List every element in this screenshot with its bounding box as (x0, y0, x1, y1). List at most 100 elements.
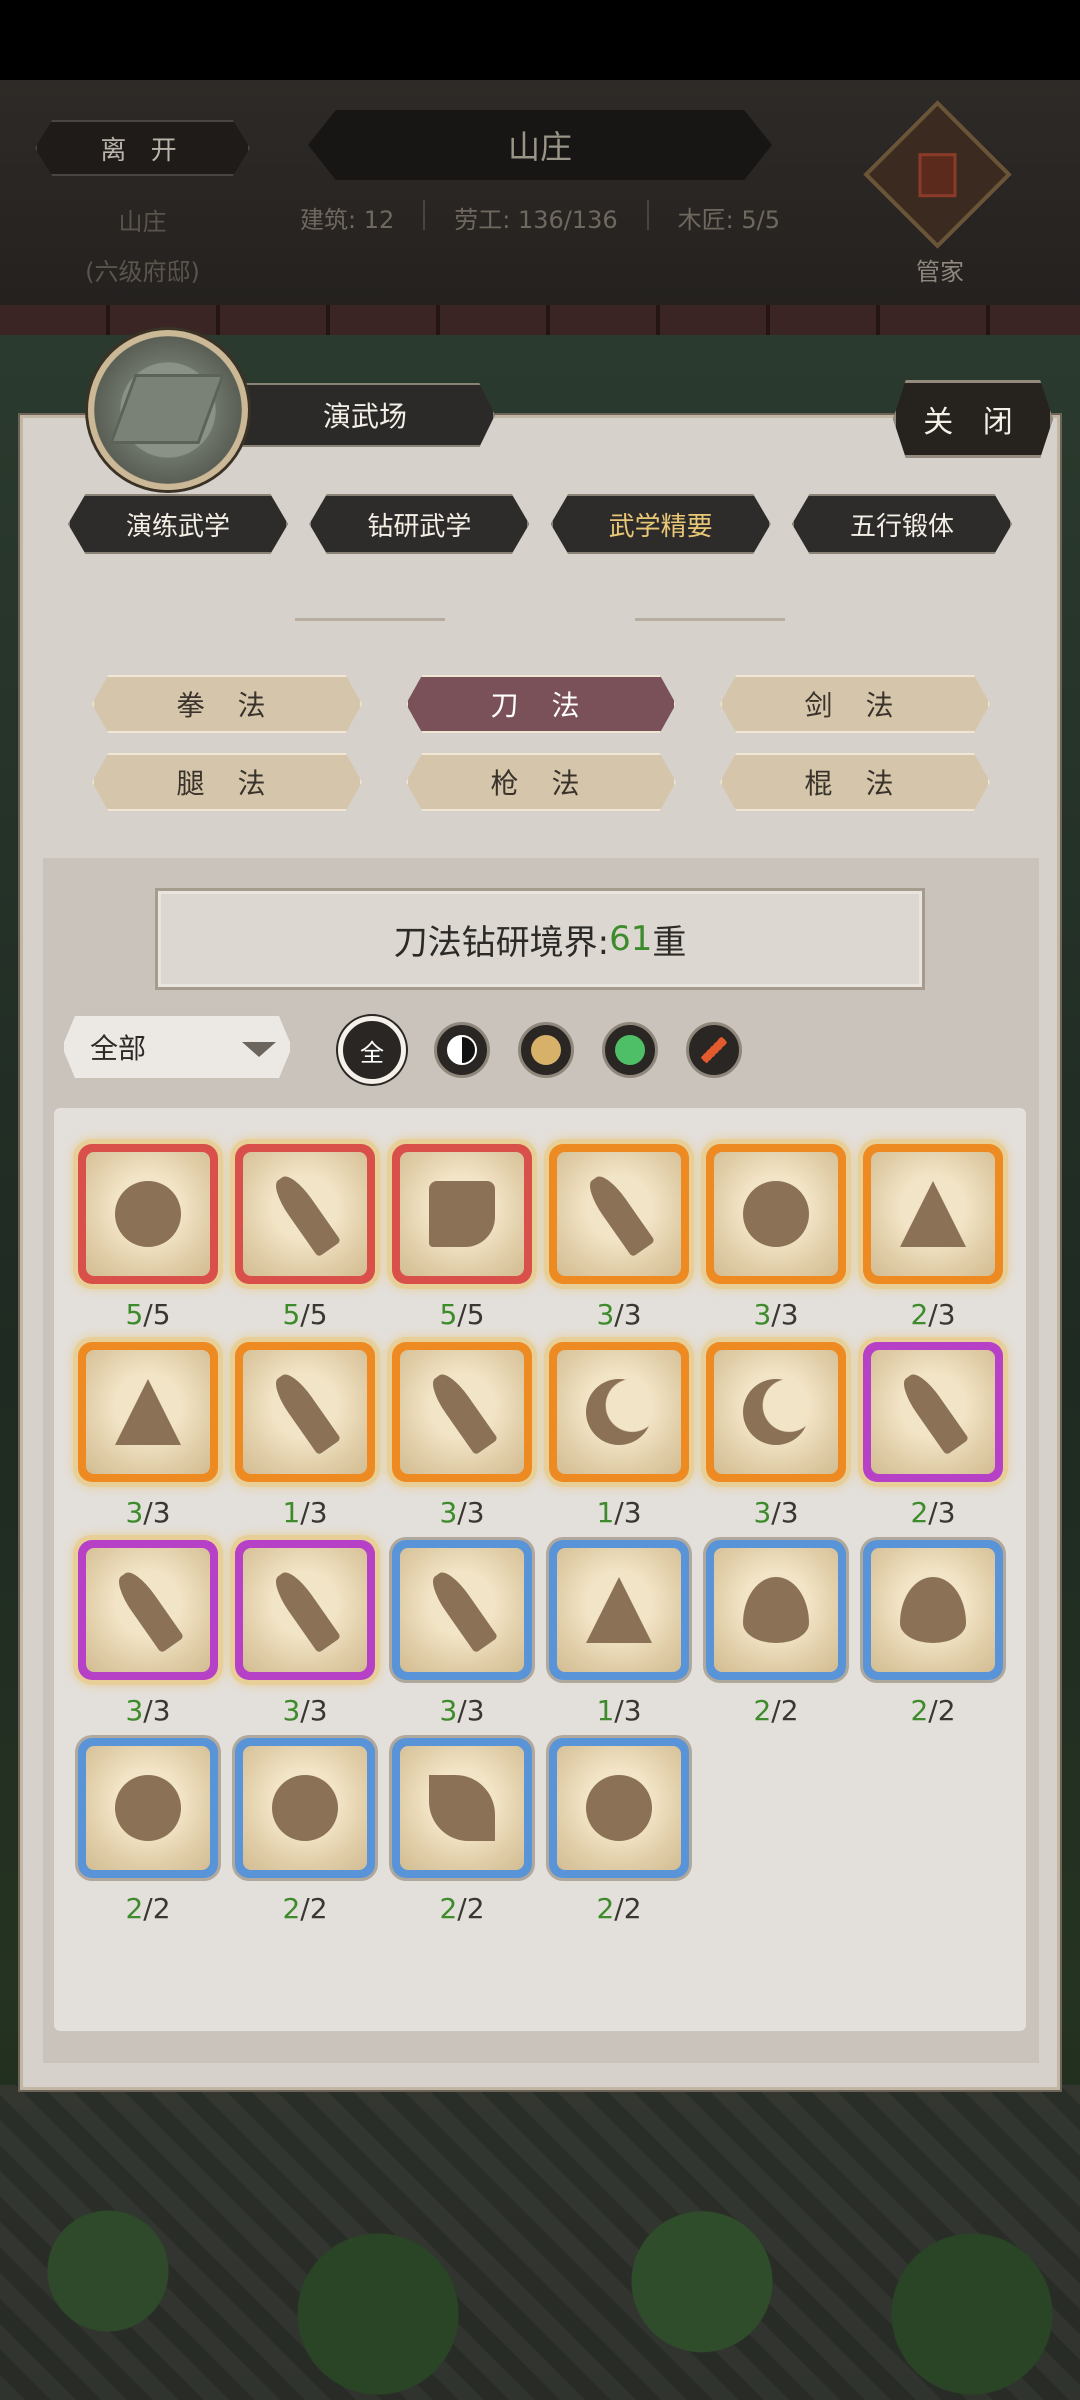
skill-item[interactable]: 2/2 (78, 1738, 218, 1925)
skill-item[interactable]: 3/3 (706, 1144, 846, 1331)
estate-header: 离 开 山庄 (六级府邸) 山庄 建筑: 12 劳工: 136/136 木匠: … (0, 80, 1080, 305)
skill-frame (235, 1342, 375, 1482)
status-bar (0, 0, 1080, 80)
skill-level: 3/3 (125, 1496, 171, 1529)
skill-item[interactable]: 2/2 (392, 1738, 532, 1925)
weapon-leg[interactable]: 腿 法 (92, 753, 362, 811)
broad-blade-icon (268, 1368, 342, 1456)
stat-carpenters: 木匠: 5/5 (677, 206, 780, 234)
close-button[interactable]: 关 闭 (893, 380, 1053, 458)
tab-research-martial-arts[interactable]: 钻研武学 (309, 494, 530, 554)
skill-frame (235, 1738, 375, 1878)
skill-item[interactable]: 5/5 (392, 1144, 532, 1331)
research-realm: 刀法钻研境界: 61 重 (155, 888, 925, 990)
tab-practice-martial-arts[interactable]: 演练武学 (68, 494, 288, 554)
chevron-down-icon (242, 1042, 276, 1057)
skill-item[interactable]: 2/2 (235, 1738, 375, 1925)
abacus-icon[interactable] (863, 100, 1012, 249)
tab-martial-essentials[interactable]: 武学精要 (550, 494, 771, 554)
skill-level: 3/3 (282, 1694, 328, 1727)
skill-frame (392, 1144, 532, 1284)
skill-item[interactable]: 1/3 (549, 1540, 689, 1727)
weapon-fist[interactable]: 拳 法 (92, 675, 362, 733)
skill-item[interactable]: 3/3 (392, 1540, 532, 1727)
skill-frame (392, 1738, 532, 1878)
yin-yang-icon[interactable] (434, 1022, 490, 1078)
scimitar-icon (425, 1368, 499, 1456)
skill-level: 5/5 (125, 1298, 171, 1331)
skill-level: 3/3 (596, 1298, 642, 1331)
estate-stats: 建筑: 12 劳工: 136/136 木匠: 5/5 (300, 200, 780, 235)
skill-frame (78, 1738, 218, 1878)
weapon-spear[interactable]: 枪 法 (406, 753, 676, 811)
fire-swirl-icon (900, 1577, 966, 1643)
weapon-staff[interactable]: 棍 法 (720, 753, 990, 811)
skill-item[interactable]: 3/3 (78, 1342, 218, 1529)
skill-item[interactable]: 5/5 (78, 1144, 218, 1331)
skill-level: 2/2 (282, 1892, 328, 1925)
flame-icon (743, 1577, 809, 1643)
estate-label: 山庄 (118, 208, 167, 236)
skill-level: 5/5 (439, 1298, 485, 1331)
staff-blade-icon (425, 1566, 499, 1654)
skill-item[interactable]: 3/3 (78, 1540, 218, 1727)
blade-wave-icon (582, 1170, 656, 1258)
blade-icon[interactable] (686, 1022, 742, 1078)
ox-head-icon[interactable] (518, 1022, 574, 1078)
shrubs (0, 2185, 1080, 2400)
skill-item[interactable]: 2/2 (549, 1738, 689, 1925)
tornado-icon (272, 1775, 338, 1841)
sword-arc-icon (115, 1181, 181, 1247)
leave-button[interactable]: 离 开 (35, 120, 250, 176)
fighter-stance-icon (115, 1379, 181, 1445)
spiral-blade-icon (896, 1368, 970, 1456)
skill-item[interactable]: 5/5 (235, 1144, 375, 1331)
skill-item[interactable]: 2/3 (863, 1144, 1003, 1331)
training-ground-icon (88, 330, 248, 490)
skill-frame (392, 1540, 532, 1680)
skill-level: 2/3 (910, 1298, 956, 1331)
skill-level: 3/3 (753, 1298, 799, 1331)
skill-level: 2/2 (753, 1694, 799, 1727)
skill-frame (706, 1144, 846, 1284)
skill-frame (863, 1342, 1003, 1482)
main-tabs: 演练武学 钻研武学 武学精要 五行锻体 (68, 494, 1012, 554)
skill-level: 1/3 (596, 1496, 642, 1529)
stat-buildings: 建筑: 12 (300, 206, 395, 234)
skill-level: 2/2 (910, 1694, 956, 1727)
weapon-blade[interactable]: 刀 法 (406, 675, 676, 733)
skill-frame (549, 1738, 689, 1878)
skill-item[interactable]: 1/3 (235, 1342, 375, 1529)
all-filter-icon[interactable]: 全 (338, 1016, 406, 1084)
long-blade-icon (111, 1566, 185, 1654)
skill-item[interactable]: 3/3 (706, 1342, 846, 1529)
weapon-sword[interactable]: 剑 法 (720, 675, 990, 733)
filter-dropdown[interactable]: 全部 (62, 1014, 292, 1080)
skill-item[interactable]: 3/3 (549, 1144, 689, 1331)
boot-icon[interactable] (602, 1022, 658, 1078)
filter-icons: 全 (338, 1016, 742, 1084)
filter-selected: 全部 (90, 1032, 147, 1065)
skill-item[interactable]: 2/3 (863, 1342, 1003, 1529)
skill-level: 3/3 (125, 1694, 171, 1727)
skill-frame (78, 1342, 218, 1482)
realm-value: 61 (609, 919, 653, 959)
tab-five-elements[interactable]: 五行锻体 (791, 494, 1012, 554)
skill-item[interactable]: 2/2 (706, 1540, 846, 1727)
stat-divider (646, 200, 649, 230)
dragon-head-icon (586, 1775, 652, 1841)
skill-frame (706, 1342, 846, 1482)
estate-level: (六级府邸) (85, 258, 200, 286)
skill-frame (392, 1342, 532, 1482)
skill-level: 2/3 (910, 1496, 956, 1529)
skill-frame (863, 1540, 1003, 1680)
skill-item[interactable]: 3/3 (235, 1540, 375, 1727)
skill-item[interactable]: 1/3 (549, 1342, 689, 1529)
crescent-moon-icon (586, 1379, 652, 1445)
skill-item[interactable]: 2/2 (863, 1540, 1003, 1727)
cloud-icon (115, 1775, 181, 1841)
skill-item[interactable]: 3/3 (392, 1342, 532, 1529)
skill-level: 2/2 (596, 1892, 642, 1925)
skill-frame (549, 1540, 689, 1680)
realm-prefix: 刀法钻研境界: (393, 922, 610, 963)
